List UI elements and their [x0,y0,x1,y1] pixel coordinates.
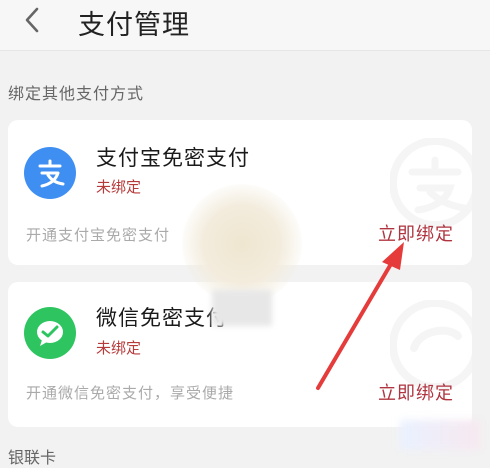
annotation-arrow [316,242,404,390]
